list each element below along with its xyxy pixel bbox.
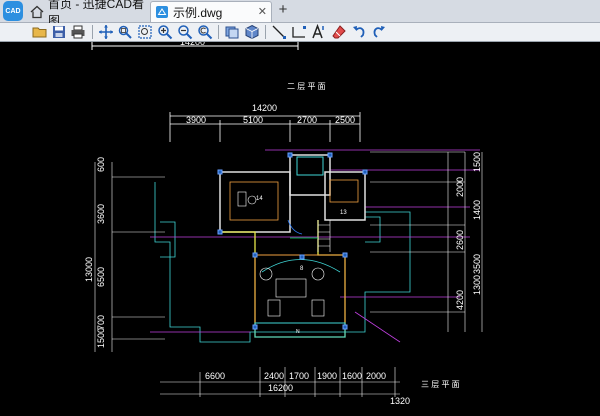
bottom-dim-5: 1600 [342, 371, 362, 381]
right-dim-3: 1400 [472, 200, 482, 220]
bottom-dim-4: 1900 [317, 371, 337, 381]
grid-axes [94, 151, 483, 397]
tab-home[interactable]: 首页 - 迅捷CAD看图 [26, 0, 146, 28]
toolbar-separator [265, 25, 266, 39]
left-dim-3: 6500 [96, 267, 106, 287]
open-icon[interactable] [32, 24, 48, 40]
north-marker: N [296, 329, 300, 335]
top-dim-3: 2700 [297, 115, 317, 125]
close-icon[interactable]: ✕ [258, 5, 267, 18]
save-icon[interactable] [51, 24, 67, 40]
left-dim-2: 3600 [96, 204, 106, 224]
line-icon[interactable] [271, 24, 287, 40]
floor-plan-drawing: 14200 二 层 平 面 14200 3900 5100 2700 2500 [84, 37, 483, 406]
drawing-canvas[interactable]: 14200 二 层 平 面 14200 3900 5100 2700 2500 [0, 37, 600, 411]
bottom-dim-1: 6600 [205, 371, 225, 381]
erase-icon[interactable] [331, 24, 347, 40]
toolbar-separator [218, 25, 219, 39]
left-dim-1: 600 [96, 157, 106, 172]
toolbar [0, 23, 600, 42]
home-icon [30, 5, 44, 19]
bottom-dim-2: 2400 [264, 371, 284, 381]
bottom-dim-3: 1700 [289, 371, 309, 381]
print-icon[interactable] [70, 24, 86, 40]
plan-title-second-floor: 二 层 平 面 [287, 82, 326, 91]
redo-icon[interactable] [371, 24, 387, 40]
bottom-dim-6: 2000 [366, 371, 386, 381]
right-dim-4: 2600 [455, 230, 465, 250]
right-total-2: 3500 [472, 254, 482, 274]
plan-title-third-floor: 三 层 平 面 [421, 380, 460, 389]
right-dim-2: 2000 [455, 177, 465, 197]
left-dim-4: 700 [96, 315, 106, 330]
right-dim-5: 4200 [455, 290, 465, 310]
app-logo: CAD [3, 1, 23, 21]
rectangle-icon[interactable] [291, 24, 307, 40]
top-partial-dimension: 14200 [91, 37, 299, 50]
zoom-in-icon[interactable] [157, 24, 173, 40]
second-floor-plan [217, 152, 368, 338]
new-tab-button[interactable]: + [275, 1, 291, 18]
top-dim-2: 5100 [243, 115, 263, 125]
auxiliary-lines [150, 149, 480, 343]
tab-drawing-file-label: 示例.dwg [173, 5, 223, 20]
text-icon[interactable] [311, 24, 327, 40]
left-total-dim: 13000 [84, 257, 94, 282]
3d-view-icon[interactable] [244, 24, 260, 40]
drawing-file-icon [155, 5, 169, 19]
tab-drawing-file[interactable]: 示例.dwg ✕ [150, 1, 272, 22]
layers-icon[interactable] [224, 24, 240, 40]
top-dim-1: 3900 [186, 115, 206, 125]
room-label-13: 13 [340, 210, 347, 216]
pan-icon[interactable] [98, 24, 114, 40]
top-partial-dim-label: 14200 [180, 42, 205, 47]
zoom-extents-icon[interactable] [137, 24, 153, 40]
toolbar-separator [92, 25, 93, 39]
top-dim-4: 2500 [335, 115, 355, 125]
zoom-out-icon[interactable] [177, 24, 193, 40]
left-dim-5: 1500 [96, 328, 106, 348]
zoom-window-icon[interactable] [117, 24, 133, 40]
undo-icon[interactable] [351, 24, 367, 40]
room-label-14: 14 [256, 196, 263, 202]
room-label-8: 8 [300, 266, 304, 272]
bottom-total-dim: 16200 [268, 383, 293, 393]
app-logo-text: CAD [5, 7, 21, 15]
bottom-extra-dim: 1320 [390, 396, 410, 406]
right-total-1: 1300 [472, 275, 482, 295]
top-total-dim: 14200 [252, 103, 277, 113]
tab-bar: CAD 首页 - 迅捷CAD看图 示例.dwg ✕ + [0, 0, 600, 28]
right-dim-1: 1500 [472, 152, 482, 172]
zoom-previous-icon[interactable] [197, 24, 213, 40]
